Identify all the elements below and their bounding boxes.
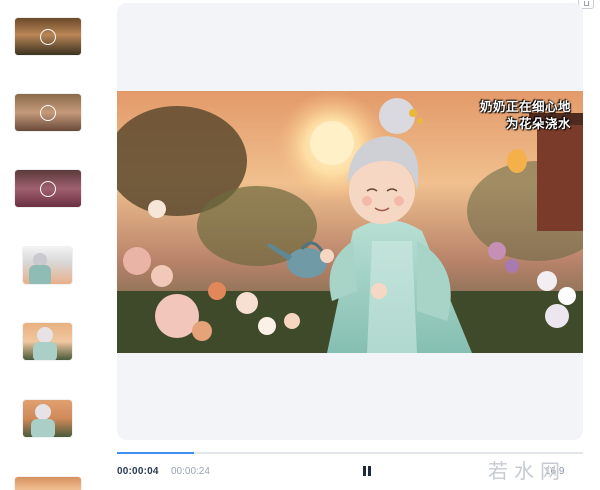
loading-ring-icon xyxy=(40,104,56,121)
pause-bar-right xyxy=(368,466,371,476)
loading-ring-icon xyxy=(40,180,56,197)
video-frame[interactable]: 奶奶正在细心地 为花朵浇水 xyxy=(117,91,583,353)
current-time: 00:00:04 xyxy=(117,466,159,477)
watermark-text: 若水网 xyxy=(488,459,566,483)
thumbnail-figure-body xyxy=(29,265,51,284)
thumbnail-figure-body xyxy=(31,419,55,437)
thumbnail-figure xyxy=(37,327,53,343)
pause-icon[interactable] xyxy=(361,465,373,477)
caption-line-2: 为花朵浇水 xyxy=(505,117,571,131)
thumbnail-figure xyxy=(35,404,51,420)
thumbnail-6[interactable] xyxy=(23,400,72,437)
caption-line-1: 奶奶正在细心地 xyxy=(479,100,571,114)
thumbnail-7[interactable] xyxy=(15,477,81,490)
thumbnail-4[interactable] xyxy=(23,247,72,284)
total-time: 00:00:24 xyxy=(171,466,210,477)
thumbnail-5[interactable] xyxy=(23,323,72,360)
thumbnail-figure-body xyxy=(33,342,57,360)
loading-ring-icon xyxy=(40,28,56,45)
thumbnail-3[interactable] xyxy=(15,170,81,207)
thumbnail-2[interactable] xyxy=(15,94,81,131)
subtitle-caption: 奶奶正在细心地 为花朵浇水 xyxy=(480,99,571,133)
progress-fill xyxy=(117,452,194,454)
thumbnail-1[interactable] xyxy=(15,18,81,55)
pause-bar-left xyxy=(363,466,366,476)
thumbnail-rail xyxy=(0,0,100,490)
progress-bar[interactable] xyxy=(117,452,583,454)
